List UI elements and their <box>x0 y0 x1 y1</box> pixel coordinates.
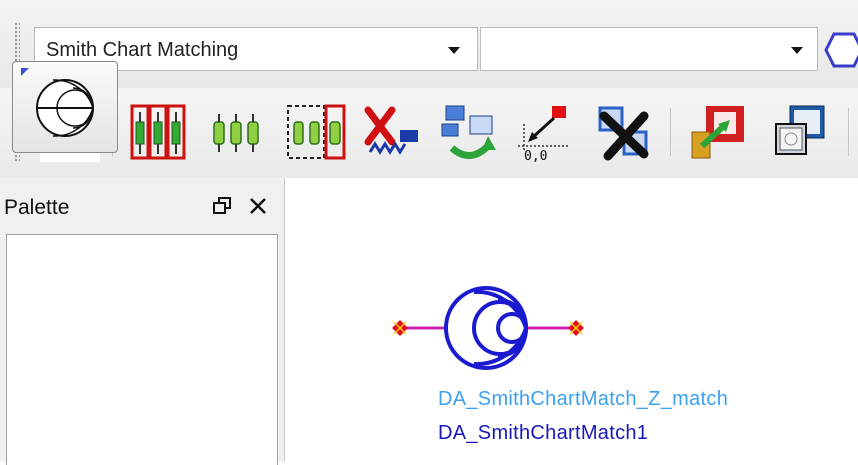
palette-title: Palette <box>4 196 70 219</box>
component-instance-label: DA_SmithChartMatch1 <box>438 422 649 444</box>
components-icon[interactable] <box>206 102 266 162</box>
palette-list <box>6 234 278 465</box>
smith-chart-icon <box>21 68 94 137</box>
deselect-all-icon[interactable] <box>594 102 654 162</box>
secondary-combo[interactable] <box>480 27 818 71</box>
delete-components-icon[interactable] <box>362 102 422 162</box>
combo-toolbar: Smith Chart Matching <box>0 0 858 89</box>
pin-right[interactable] <box>568 320 584 336</box>
smith-chart-icon <box>444 286 528 370</box>
insert-components-icon[interactable] <box>128 102 188 162</box>
select-components-icon[interactable] <box>286 102 346 162</box>
toolbar-separator <box>670 108 671 156</box>
pin-left[interactable] <box>392 320 408 336</box>
palette-panel: Palette <box>0 178 285 465</box>
chevron-down-icon[interactable] <box>791 47 803 54</box>
palette-header: Palette <box>0 178 284 228</box>
move-to-origin-icon[interactable]: 0,0 <box>514 102 574 164</box>
restore-icon[interactable] <box>212 196 232 216</box>
palette-item-smith-chart[interactable] <box>12 61 118 153</box>
hexagon-icon[interactable] <box>824 30 858 70</box>
close-icon[interactable] <box>248 196 268 216</box>
chevron-down-icon[interactable] <box>448 47 460 54</box>
push-into-icon[interactable] <box>688 102 748 162</box>
hierarchy-sync-icon[interactable] <box>440 102 500 162</box>
toolbar-separator <box>848 108 849 156</box>
window-icon[interactable] <box>770 102 830 162</box>
smith-chart-component[interactable] <box>390 284 590 374</box>
combo-value: Smith Chart Matching <box>46 39 239 61</box>
svg-text:0,0: 0,0 <box>524 149 547 162</box>
component-type-label: DA_SmithChartMatch_Z_match <box>438 388 729 410</box>
icon-toolbar: 0,0 <box>0 88 858 179</box>
